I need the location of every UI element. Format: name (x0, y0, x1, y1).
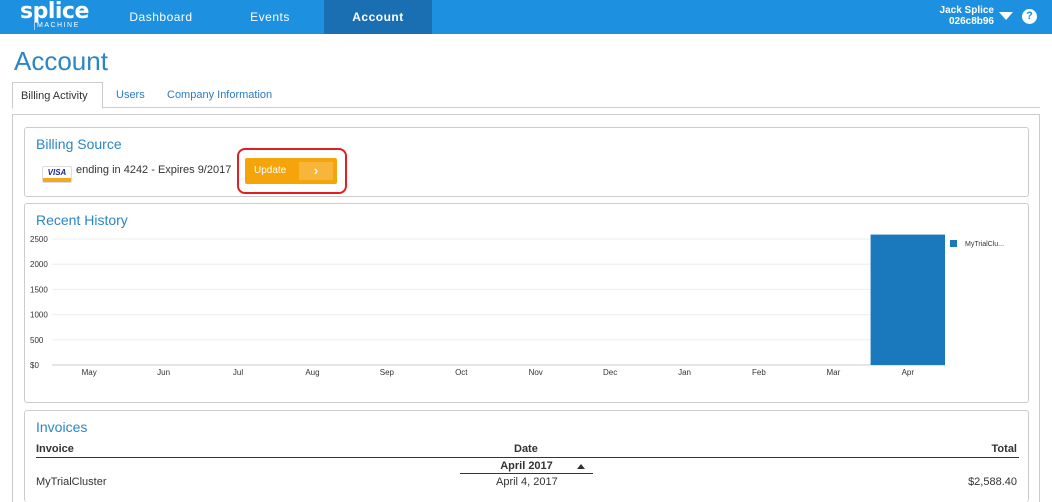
chevron-right-icon: › (299, 162, 333, 180)
update-button[interactable]: Update › (245, 158, 337, 184)
caret-down-icon[interactable] (999, 12, 1013, 20)
x-tick-label: Apr (902, 368, 915, 377)
x-tick-label: Mar (826, 368, 840, 377)
recent-history-panel: Recent History $0 500 1000 1500 2000 2500 May J… (24, 203, 1029, 403)
x-tick-label: Jan (678, 368, 691, 377)
splice-machine-logo[interactable]: splice MACHINE (20, 0, 89, 30)
invoice-total-cell: $2,588.40 (968, 476, 1017, 488)
visa-card-icon: VISA (42, 166, 72, 183)
tab-company-information[interactable]: Company Information (159, 82, 280, 108)
date-column-header[interactable]: Date (514, 443, 538, 455)
x-tick-label: Dec (603, 368, 617, 377)
x-tick-label: Nov (529, 368, 543, 377)
bar (870, 234, 945, 365)
user-name: Jack Splice (939, 5, 994, 16)
nav-account[interactable]: Account (324, 0, 432, 34)
question-circle-icon[interactable]: ? (1022, 9, 1037, 24)
x-tick-label: Jun (157, 368, 170, 377)
y-tick-label: 1500 (30, 285, 48, 294)
billing-source-panel: Billing Source VISA ending in 4242 - Exp… (24, 127, 1029, 197)
x-tick-label: Aug (305, 368, 319, 377)
tab-users[interactable]: Users (108, 82, 153, 108)
page-title: Account (14, 46, 108, 76)
user-menu[interactable]: Jack Splice 026c8b96 (940, 5, 994, 27)
legend-label: MyTrialClu... (965, 241, 1004, 248)
x-tick-label: Oct (455, 368, 468, 377)
user-id: 026c8b96 (948, 16, 994, 27)
update-button-label: Update (254, 165, 287, 176)
invoice-group-header[interactable]: April 2017 (460, 459, 593, 474)
card-stripe (43, 178, 71, 182)
y-tick-label: 2500 (30, 235, 48, 244)
card-details-text: ending in 4242 - Expires 9/2017 (76, 164, 232, 176)
header-divider (36, 457, 1019, 458)
y-tick-label: $0 (30, 361, 39, 370)
tab-billing-activity[interactable]: Billing Activity (12, 82, 103, 109)
x-tick-label: May (82, 368, 97, 377)
x-tick-label: Sep (380, 368, 395, 377)
billing-source-title: Billing Source (36, 136, 122, 152)
x-tick-label: Jul (233, 368, 243, 377)
invoice-name-cell[interactable]: MyTrialCluster (36, 476, 107, 488)
legend-swatch (950, 240, 957, 247)
y-tick-label: 500 (30, 336, 44, 345)
account-tabs: Billing Activity Users Company Informati… (12, 82, 1040, 109)
invoices-title: Invoices (36, 419, 88, 435)
x-tick-label: Feb (752, 368, 766, 377)
history-bar-chart: $0 500 1000 1500 2000 2500 May Jun Jul Aug Sep Oct N… (30, 234, 1004, 377)
nav-dashboard[interactable]: Dashboard (114, 0, 208, 34)
nav-events[interactable]: Events (220, 0, 320, 34)
sort-ascending-icon[interactable] (577, 464, 585, 469)
invoice-date-cell: April 4, 2017 (496, 476, 558, 488)
y-tick-label: 2000 (30, 260, 48, 269)
invoice-group-label: April 2017 (500, 460, 553, 472)
top-navbar: splice MACHINE Dashboard Events Account … (0, 0, 1052, 34)
logo-main-text: splice (20, 0, 89, 24)
invoices-panel: Invoices Invoice Date Total April 2017 M… (24, 410, 1029, 502)
invoice-column-header[interactable]: Invoice (36, 443, 74, 455)
y-tick-label: 1000 (30, 311, 48, 320)
total-column-header[interactable]: Total (992, 443, 1017, 455)
